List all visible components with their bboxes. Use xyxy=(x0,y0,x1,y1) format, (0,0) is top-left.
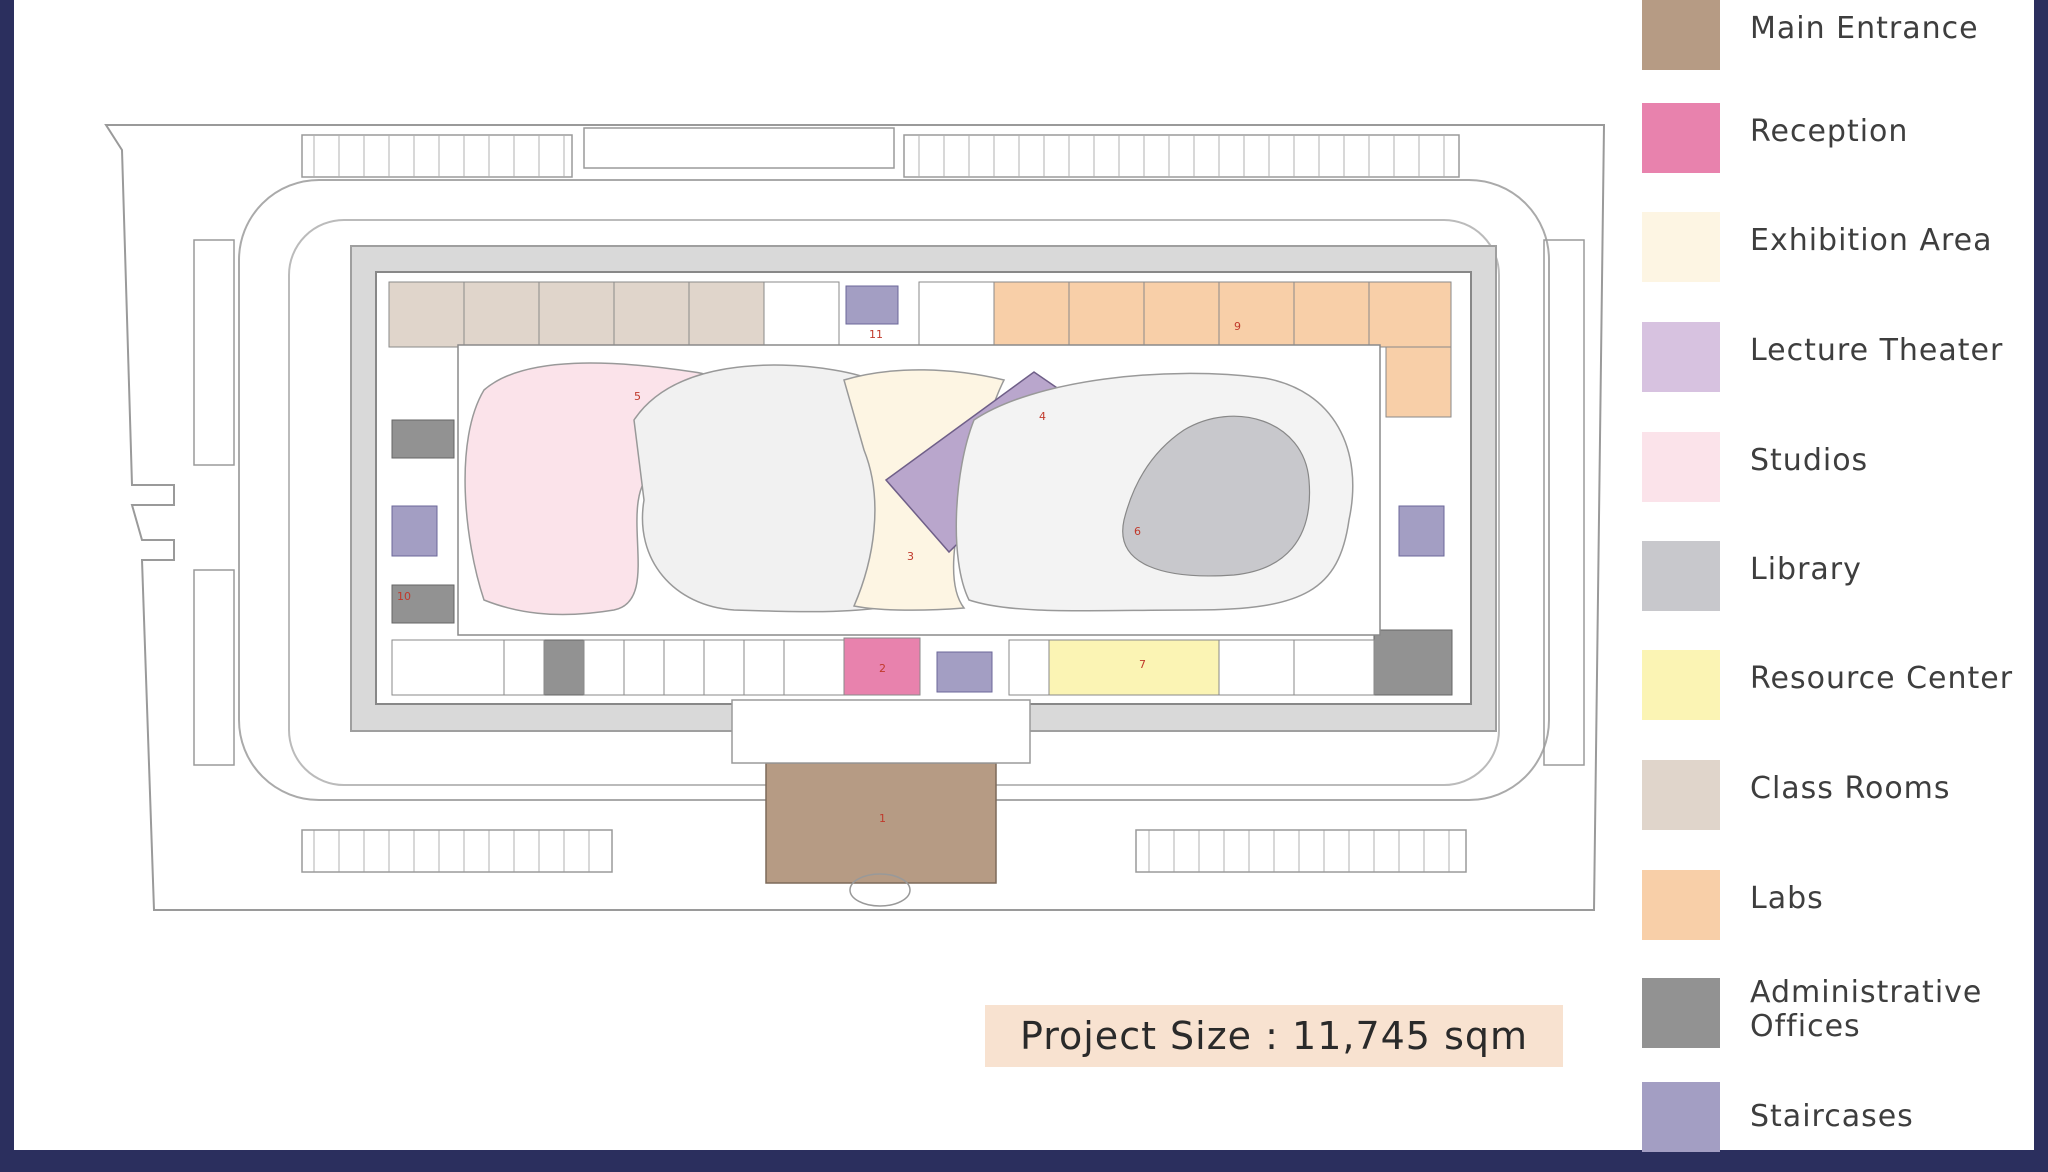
legend-item: Staircases xyxy=(1642,1082,2042,1172)
legend-swatch xyxy=(1642,103,1720,173)
tag-studios: 5 xyxy=(634,390,641,403)
tag-admin: 10 xyxy=(397,590,411,603)
legend-swatch xyxy=(1642,760,1720,830)
legend-swatch xyxy=(1642,322,1720,392)
legend-item: Reception xyxy=(1642,103,2042,193)
legend-label: Reception xyxy=(1750,114,1909,149)
legend-label: Staircases xyxy=(1750,1099,1914,1134)
legend-item: Labs xyxy=(1642,870,2042,960)
legend-label: Library xyxy=(1750,552,1862,587)
legend-label: Exhibition Area xyxy=(1750,223,1993,258)
legend-swatch xyxy=(1642,1082,1720,1152)
legend-item: Administrative Offices xyxy=(1642,975,2042,1068)
legend-swatch xyxy=(1642,978,1720,1048)
tag-stairs: 11 xyxy=(869,328,883,341)
legend-item: Main Entrance xyxy=(1642,0,2042,90)
legend-item: Lecture Theater xyxy=(1642,322,2042,412)
tag-exhibition: 3 xyxy=(907,550,914,563)
class-rooms-top xyxy=(388,281,840,348)
legend-swatch xyxy=(1642,541,1720,611)
legend-label: Class Rooms xyxy=(1750,771,1951,806)
tag-entrance: 1 xyxy=(879,812,886,825)
legend-swatch xyxy=(1642,432,1720,502)
legend-label: Main Entrance xyxy=(1750,11,1979,46)
legend-label: Labs xyxy=(1750,881,1824,916)
tag-resource: 7 xyxy=(1139,658,1146,671)
legend-item: Studios xyxy=(1642,432,2042,522)
tag-reception: 2 xyxy=(879,662,886,675)
tag-theater: 4 xyxy=(1039,410,1046,423)
tag-library: 6 xyxy=(1134,525,1141,538)
tag-labs: 9 xyxy=(1234,320,1241,333)
project-size-label: Project Size : 11,745 sqm xyxy=(985,1005,1563,1067)
entrance-porch xyxy=(731,699,1031,764)
legend-item: Library xyxy=(1642,541,2042,631)
legend-swatch xyxy=(1642,870,1720,940)
legend-swatch xyxy=(1642,0,1720,70)
legend-label: Resource Center xyxy=(1750,661,2014,696)
resource-center xyxy=(1048,639,1220,696)
legend-item: Resource Center xyxy=(1642,650,2042,740)
legend-swatch xyxy=(1642,650,1720,720)
floor-plan: 1 2 3 4 5 6 7 9 10 11 xyxy=(104,124,1606,911)
legend-label: Administrative Offices xyxy=(1750,975,1983,1044)
legend-item: Class Rooms xyxy=(1642,760,2042,850)
slide-canvas: 1 2 3 4 5 6 7 9 10 11 Main Entrance Recep… xyxy=(14,0,2034,1152)
legend-label: Lecture Theater xyxy=(1750,333,2004,368)
legend-swatch xyxy=(1642,212,1720,282)
legend-item: Exhibition Area xyxy=(1642,212,2042,302)
legend-label: Studios xyxy=(1750,443,1869,478)
parking-top xyxy=(301,127,1460,178)
